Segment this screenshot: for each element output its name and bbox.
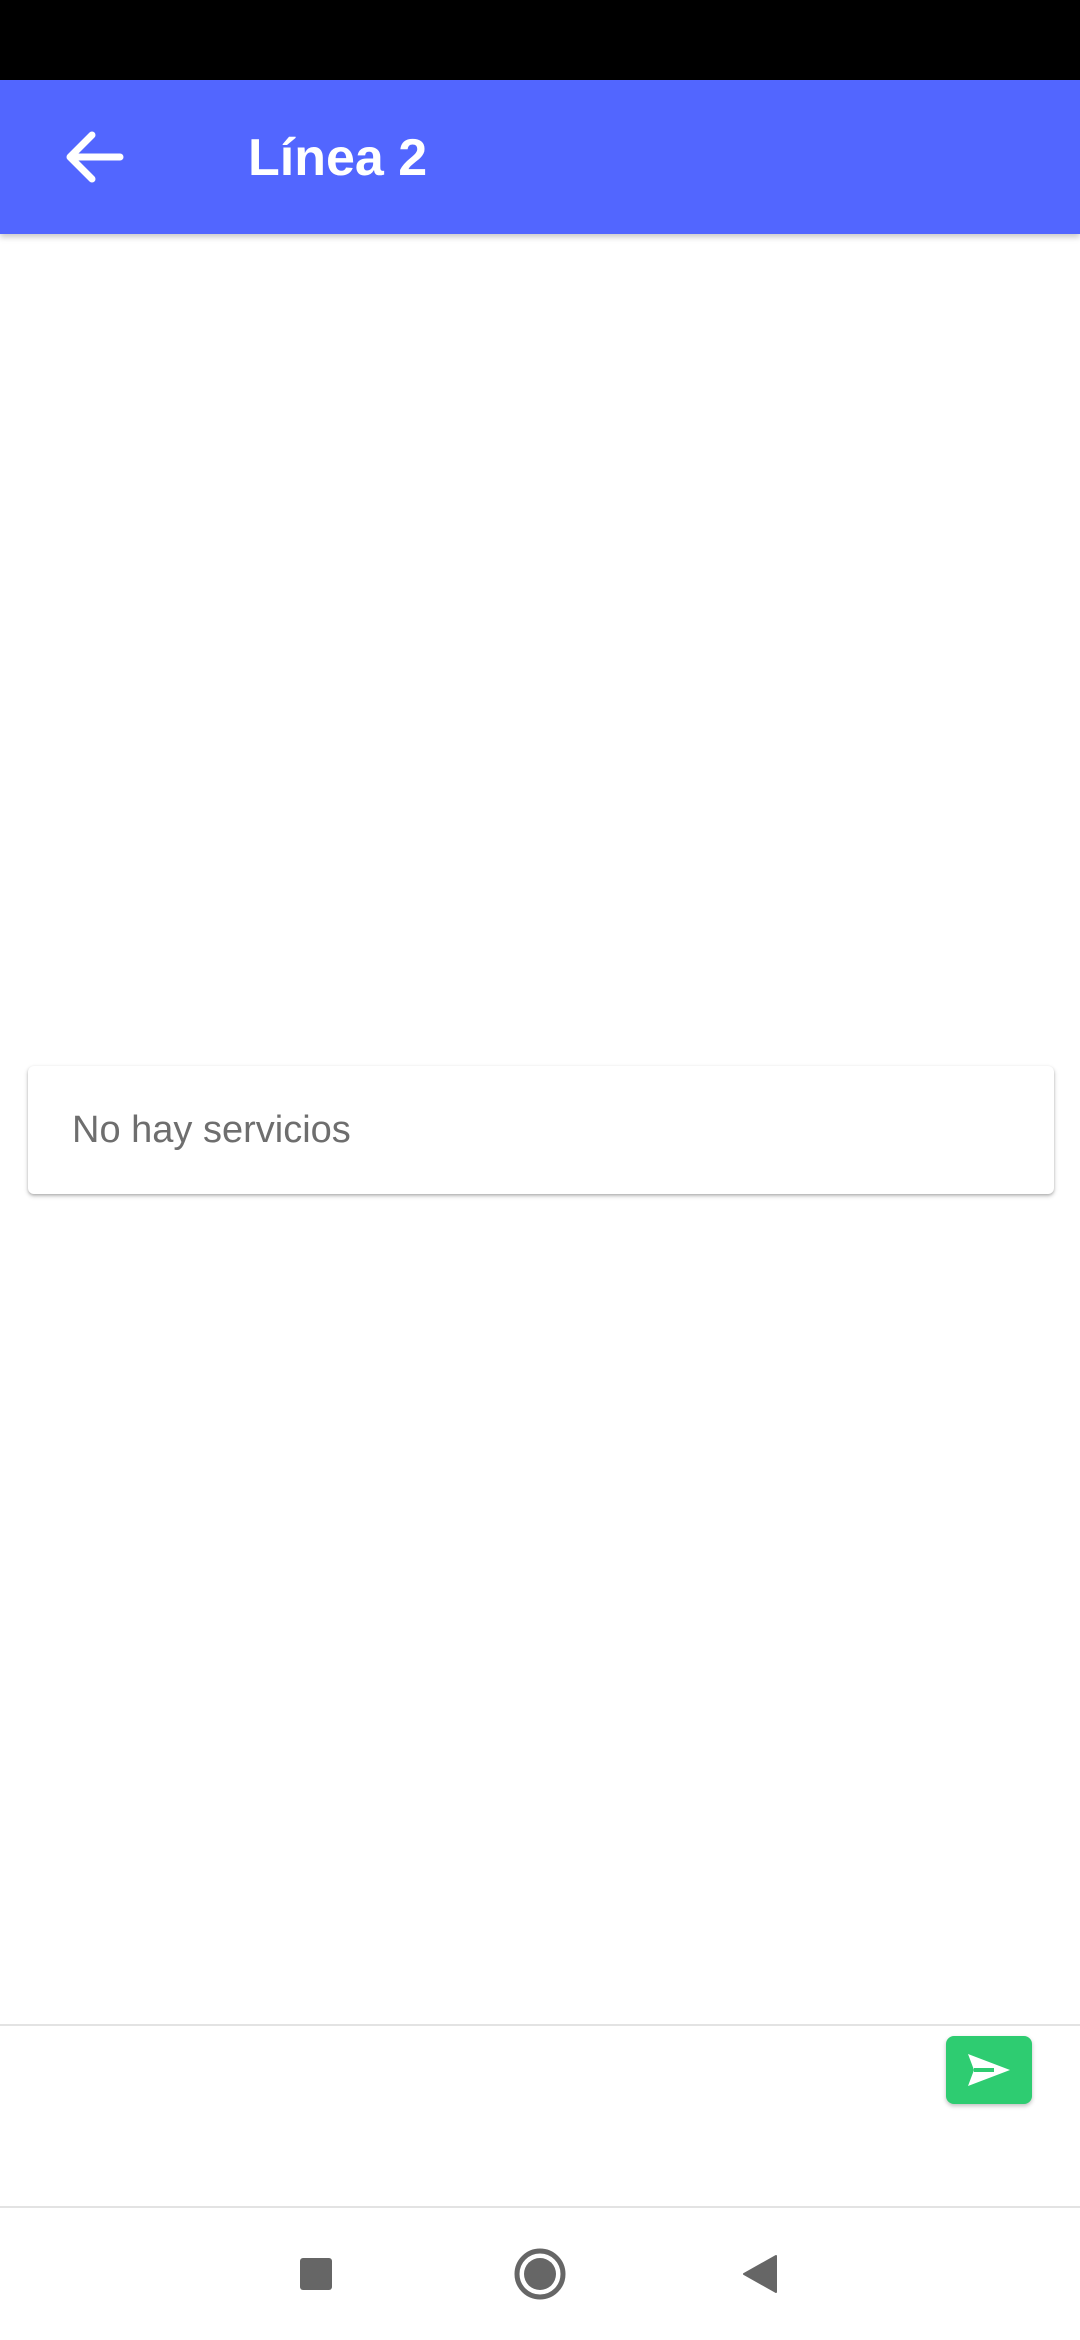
nav-recents-button[interactable]: [279, 2237, 353, 2311]
nav-home-button[interactable]: [503, 2237, 577, 2311]
empty-state-message: No hay servicios: [72, 1109, 351, 1151]
nav-back-button[interactable]: [723, 2237, 797, 2311]
send-button[interactable]: [946, 2036, 1032, 2104]
empty-state-card: No hay servicios: [28, 1066, 1054, 1194]
app-bar: [0, 80, 1080, 234]
square-icon: [300, 2258, 332, 2290]
page-title: Línea 2: [248, 129, 428, 187]
send-icon: [968, 2054, 1010, 2086]
message-composer[interactable]: [0, 2024, 1080, 2208]
arrow-back-icon: [66, 131, 124, 183]
status-bar: [0, 0, 1080, 80]
triangle-back-icon: [743, 2255, 777, 2293]
screen: Línea 2 No hay servicios: [0, 0, 1080, 2340]
circle-icon: [514, 2248, 566, 2300]
back-button[interactable]: [48, 111, 140, 203]
